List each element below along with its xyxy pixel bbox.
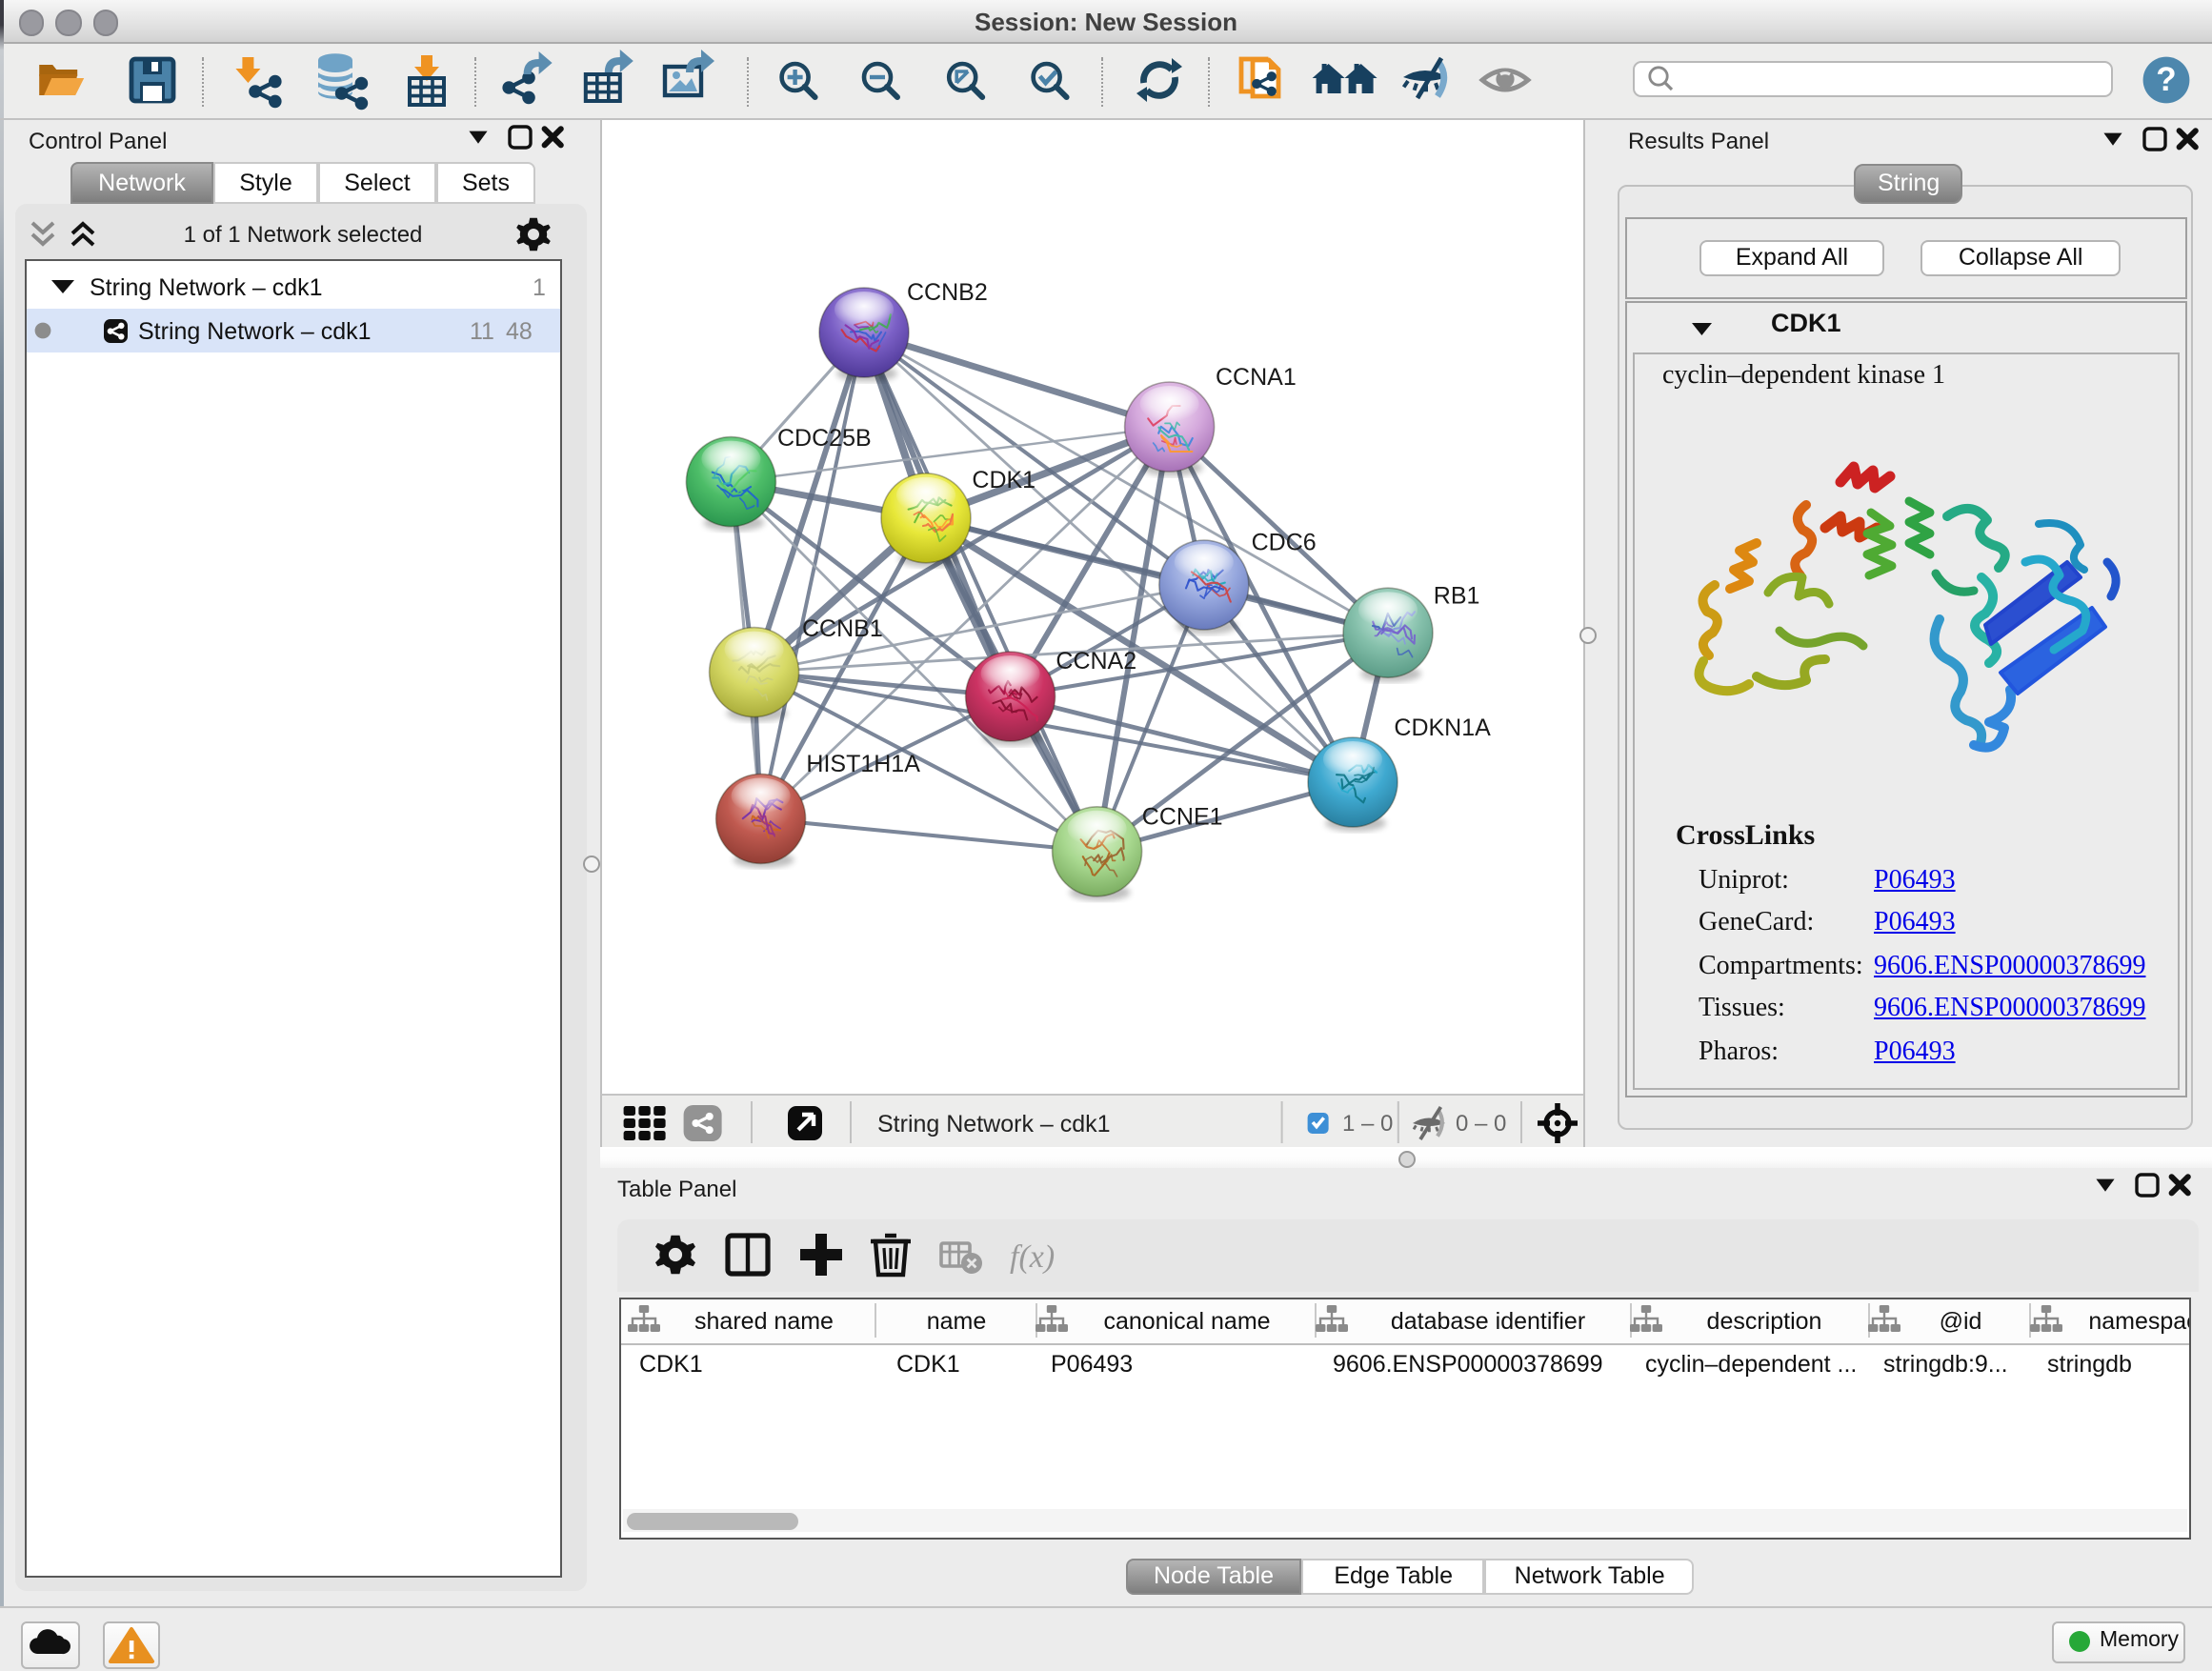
svg-text:CCNB1: CCNB1: [801, 615, 882, 642]
svg-text:CDC25B: CDC25B: [776, 425, 871, 452]
svg-text:shared name: shared name: [694, 1308, 833, 1335]
svg-text:description: description: [1706, 1308, 1821, 1335]
svg-text:1 – 0: 1 – 0: [1341, 1110, 1392, 1136]
svg-text:name: name: [926, 1308, 986, 1335]
svg-text:String Network – cdk1: String Network – cdk1: [876, 1110, 1110, 1137]
svg-text:CDK1: CDK1: [971, 467, 1035, 493]
svg-text:f(x): f(x): [1009, 1239, 1054, 1275]
svg-text:namespac: namespac: [2087, 1308, 2188, 1335]
svg-text:CDC6: CDC6: [1251, 530, 1316, 556]
svg-text:CDKN1A: CDKN1A: [1393, 715, 1490, 741]
svg-text:CCNA2: CCNA2: [1055, 648, 1136, 674]
svg-text:0 – 0: 0 – 0: [1455, 1110, 1505, 1136]
svg-text:CCNA1: CCNA1: [1215, 364, 1296, 391]
svg-text:RB1: RB1: [1433, 583, 1479, 610]
svg-text:@id: @id: [1939, 1308, 1981, 1335]
svg-text:CCNB2: CCNB2: [906, 279, 987, 306]
svg-text:canonical name: canonical name: [1102, 1308, 1269, 1335]
svg-text:?: ?: [2156, 60, 2176, 97]
svg-text:HIST1H1A: HIST1H1A: [805, 751, 919, 777]
svg-text:database identifier: database identifier: [1390, 1308, 1584, 1335]
svg-text:CCNE1: CCNE1: [1141, 804, 1222, 831]
